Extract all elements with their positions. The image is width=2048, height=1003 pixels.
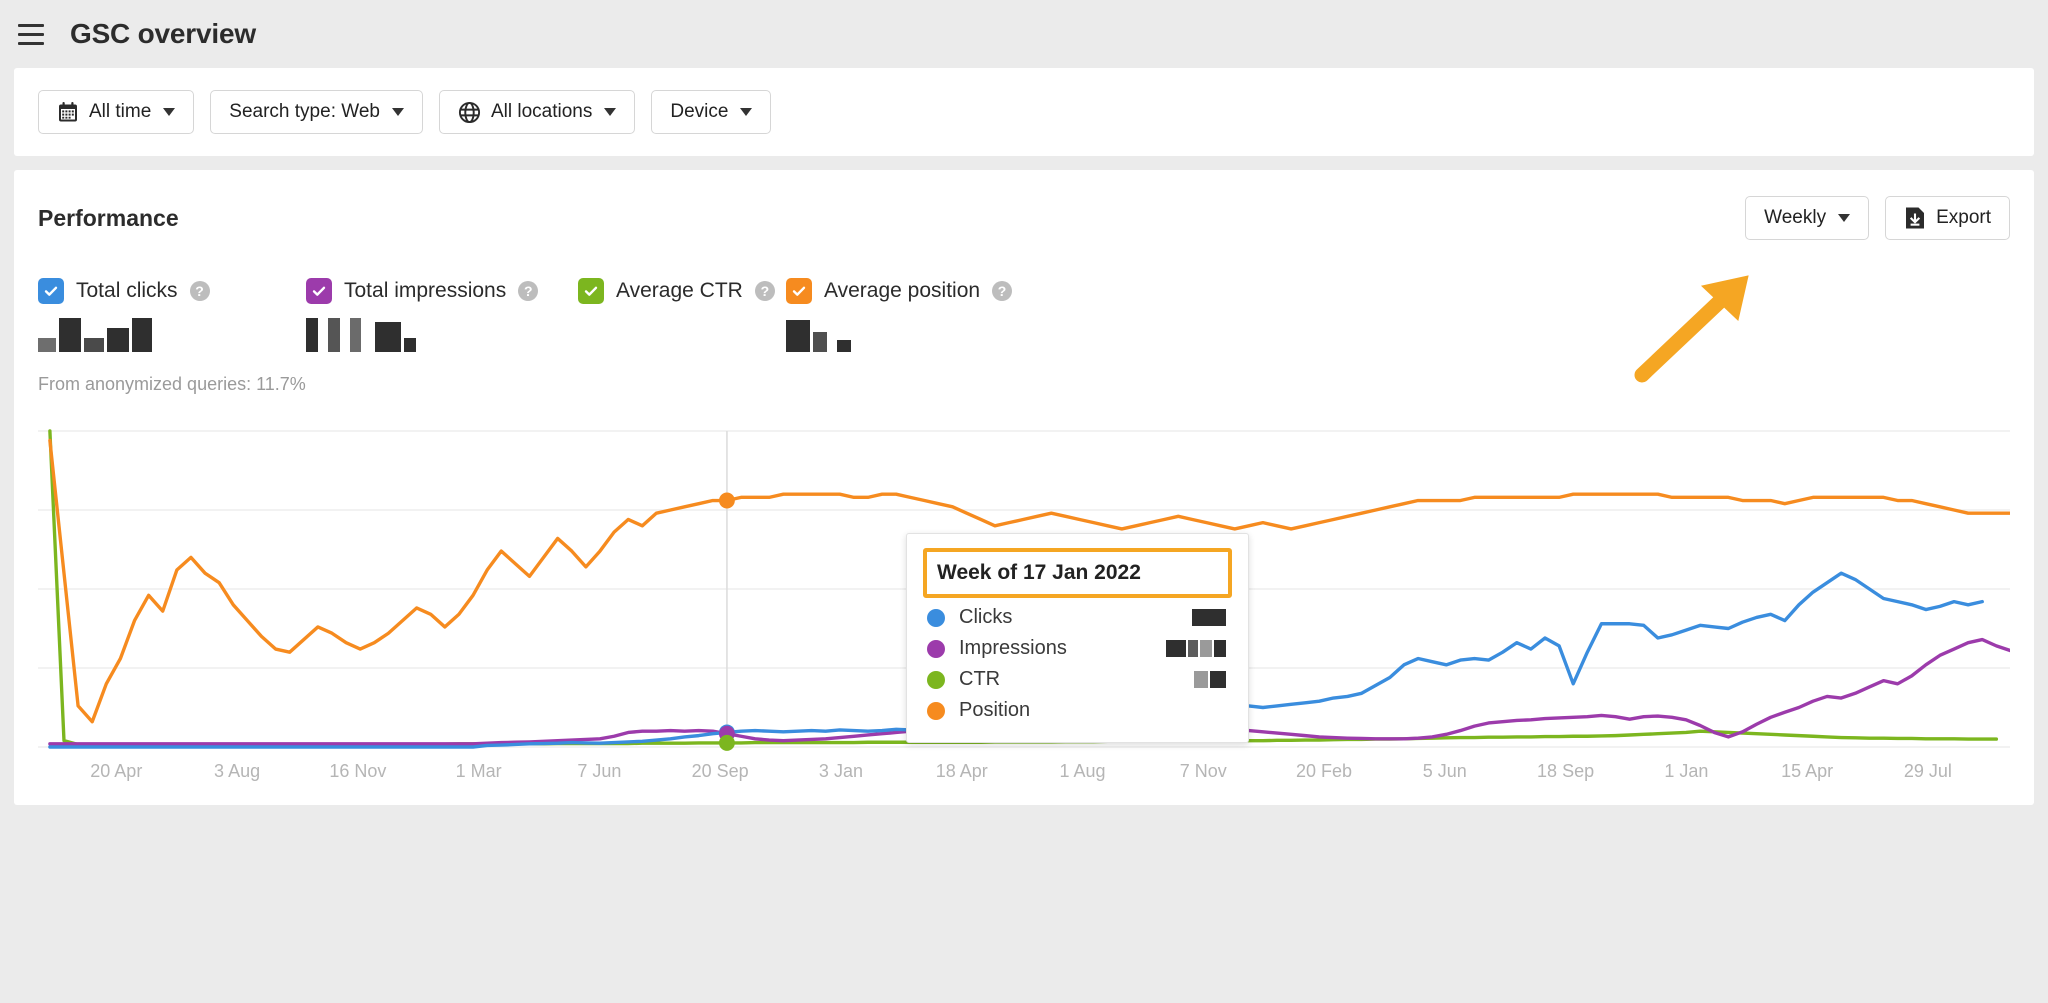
x-axis-tick: 7 Nov [1180, 761, 1227, 782]
tooltip-value-clicks-redacted [1192, 609, 1226, 626]
metric-total-clicks-label: Total clicks [76, 279, 178, 303]
chart-x-axis: 20 Apr 3 Aug 16 Nov 1 Mar 7 Jun 20 Sep 3 Jan 18… [38, 753, 2010, 795]
metric-total-clicks-header: Total clicks ? [38, 278, 306, 304]
x-axis-tick: 3 Jan [819, 761, 863, 782]
performance-actions: Weekly Export [1745, 196, 2010, 240]
granularity-dropdown[interactable]: Weekly [1745, 196, 1869, 240]
granularity-label: Weekly [1764, 207, 1826, 229]
filter-chip-group: All time Search type: Web All locations [38, 90, 2010, 134]
x-axis-tick: 1 Jan [1664, 761, 1708, 782]
filter-search-type[interactable]: Search type: Web [210, 90, 423, 134]
checkbox-average-ctr[interactable] [578, 278, 604, 304]
x-axis-tick: 1 Aug [1059, 761, 1105, 782]
hamburger-bar [18, 42, 44, 45]
x-axis-tick: 16 Nov [329, 761, 386, 782]
tooltip-row-ctr: CTR [907, 664, 1248, 695]
hamburger-bar [18, 24, 44, 27]
metric-average-position-label: Average position [824, 279, 980, 303]
metric-total-impressions-value-redacted [306, 318, 578, 352]
x-axis-tick: 20 Apr [90, 761, 142, 782]
filter-all-time[interactable]: All time [38, 90, 194, 134]
metric-legend: Total clicks ? Total impressions ? [38, 278, 2010, 352]
help-icon[interactable]: ? [190, 281, 210, 301]
metric-total-impressions-header: Total impressions ? [306, 278, 578, 304]
filter-all-locations[interactable]: All locations [439, 90, 635, 134]
series-dot-ctr [927, 671, 945, 689]
tooltip-label-ctr: CTR [959, 668, 1180, 691]
anonymized-queries-note: From anonymized queries: 11.7% [38, 374, 2010, 395]
x-axis-tick: 18 Sep [1537, 761, 1594, 782]
x-axis-tick: 1 Mar [456, 761, 502, 782]
tooltip-value-impressions-redacted [1166, 640, 1226, 657]
calendar-icon [57, 101, 79, 123]
filter-all-time-label: All time [89, 101, 151, 123]
hamburger-bar [18, 33, 44, 36]
metric-total-impressions: Total impressions ? [306, 278, 578, 352]
page-title: GSC overview [70, 18, 256, 50]
x-axis-tick: 5 Jun [1423, 761, 1467, 782]
chevron-down-icon [740, 108, 752, 116]
export-label: Export [1936, 207, 1991, 229]
filter-search-type-label: Search type: Web [229, 101, 380, 123]
chevron-down-icon [392, 108, 404, 116]
filter-bar: All time Search type: Web All locations [14, 68, 2034, 156]
filter-all-locations-label: All locations [491, 101, 592, 123]
export-button[interactable]: Export [1885, 196, 2010, 240]
download-file-icon [1904, 206, 1926, 230]
tooltip-title-highlight: Week of 17 Jan 2022 [923, 548, 1232, 598]
tooltip-label-position: Position [959, 699, 1212, 722]
tooltip-label-impressions: Impressions [959, 637, 1152, 660]
checkbox-total-clicks[interactable] [38, 278, 64, 304]
metric-total-clicks-value-redacted [38, 318, 306, 352]
x-axis-tick: 15 Apr [1781, 761, 1833, 782]
help-icon[interactable]: ? [518, 281, 538, 301]
chevron-down-icon [604, 108, 616, 116]
metric-total-impressions-label: Total impressions [344, 279, 506, 303]
metric-average-ctr-label: Average CTR [616, 279, 743, 303]
chart-tooltip: Week of 17 Jan 2022 Clicks Impressions C… [906, 533, 1249, 743]
checkbox-total-impressions[interactable] [306, 278, 332, 304]
metric-average-ctr-header: Average CTR ? [578, 278, 786, 304]
globe-icon [458, 101, 481, 124]
tooltip-row-impressions: Impressions [907, 633, 1248, 664]
tooltip-label-clicks: Clicks [959, 606, 1178, 629]
x-axis-tick: 3 Aug [214, 761, 260, 782]
chevron-down-icon [163, 108, 175, 116]
metric-average-position-value-redacted [786, 318, 1054, 352]
help-icon[interactable]: ? [992, 281, 1012, 301]
gsc-overview-page: GSC overview [0, 0, 2048, 1003]
filter-device[interactable]: Device [651, 90, 771, 134]
x-axis-tick: 20 Sep [692, 761, 749, 782]
series-dot-impressions [927, 640, 945, 658]
x-axis-tick: 29 Jul [1904, 761, 1952, 782]
series-dot-position [927, 702, 945, 720]
top-bar: GSC overview [0, 0, 2048, 68]
performance-header: Performance Weekly Export [38, 196, 2010, 240]
help-icon[interactable]: ? [755, 281, 775, 301]
chevron-down-icon [1838, 214, 1850, 222]
checkbox-average-position[interactable] [786, 278, 812, 304]
series-dot-clicks [927, 609, 945, 627]
tooltip-row-position: Position [907, 695, 1248, 726]
tooltip-value-ctr-redacted [1194, 671, 1226, 688]
tooltip-row-clicks: Clicks [907, 602, 1248, 633]
x-axis-tick: 20 Feb [1296, 761, 1352, 782]
chart-hover-dot-position [719, 493, 735, 509]
x-axis-tick: 7 Jun [577, 761, 621, 782]
chart-hover-dot-ctr [719, 735, 735, 751]
filter-device-label: Device [670, 101, 728, 123]
performance-title: Performance [38, 205, 179, 232]
hamburger-icon[interactable] [14, 17, 48, 51]
metric-average-position-header: Average position ? [786, 278, 1054, 304]
metric-total-clicks: Total clicks ? [38, 278, 306, 352]
tooltip-title: Week of 17 Jan 2022 [937, 561, 1218, 585]
metric-average-position: Average position ? [786, 278, 1054, 352]
metric-average-ctr: Average CTR ? [578, 278, 786, 352]
x-axis-tick: 18 Apr [936, 761, 988, 782]
